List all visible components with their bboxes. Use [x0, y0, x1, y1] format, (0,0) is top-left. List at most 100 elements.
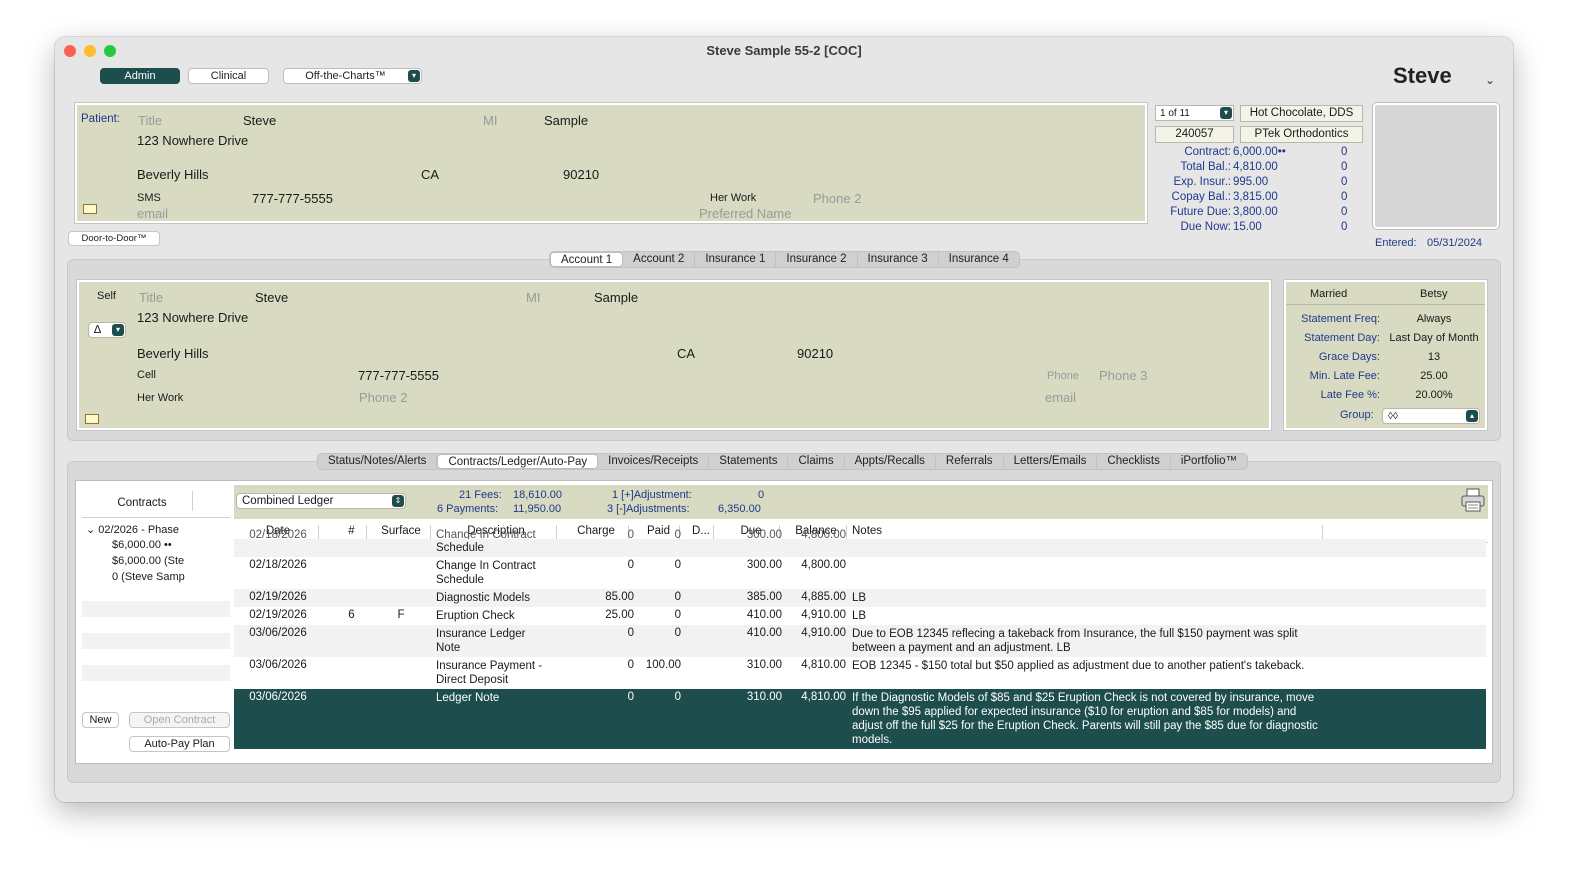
responsible-city[interactable]: Beverly Hills — [137, 346, 209, 361]
main-tab[interactable]: Invoices/Receipts — [598, 454, 710, 469]
window-title: Steve Sample 55-2 [COC] — [706, 43, 862, 58]
patient-email-field[interactable]: email — [137, 206, 168, 221]
responsible-address[interactable]: 123 Nowhere Drive — [137, 310, 248, 325]
minus-adjustment-label: 3 [-]Adjustments: — [607, 503, 690, 515]
contract-tree-root[interactable]: ⌄ 02/2026 - Phase — [86, 523, 179, 536]
account-tab[interactable]: Insurance 4 — [939, 252, 1019, 267]
responsible-first-name[interactable]: Steve — [255, 290, 288, 305]
billing-value[interactable]: Last Day of Month — [1384, 332, 1484, 344]
envelope-icon[interactable] — [83, 204, 97, 214]
admin-mode-button[interactable]: Admin — [100, 68, 180, 84]
printer-icon[interactable] — [1460, 487, 1486, 513]
table-cell-date: 03/06/2026 — [249, 627, 307, 639]
practice-field[interactable]: PTek Orthodontics — [1240, 126, 1363, 143]
account-number-field[interactable]: 240057 — [1155, 126, 1234, 143]
delta-select[interactable]: ∆ ▾ — [88, 322, 126, 338]
spouse-name[interactable]: Betsy — [1420, 288, 1448, 300]
table-cell-due: 410.00 — [746, 627, 782, 639]
contracts-header-line — [82, 517, 230, 518]
plugin-menu[interactable]: Off-the-Charts™ ▾ — [283, 68, 422, 84]
patient-state[interactable]: CA — [421, 167, 439, 182]
responsible-mi-field[interactable]: MI — [526, 290, 540, 305]
main-tab[interactable]: Contracts/Ledger/Auto-Pay — [437, 454, 599, 469]
summary-extra: 0 — [1341, 146, 1348, 158]
auto-pay-plan-button[interactable]: Auto-Pay Plan — [129, 736, 230, 752]
patient-preferred-name-field[interactable]: Preferred Name — [699, 206, 791, 221]
billing-label: Late Fee %: — [1320, 389, 1380, 401]
table-row[interactable]: 02/19/2026 Diagnostic Models 85.00 0 385.00 4… — [234, 589, 1486, 607]
responsible-phone2-field[interactable]: Phone 2 — [359, 390, 407, 405]
table-cell-balance: 4,800.00 — [801, 559, 846, 571]
ledger-view-select[interactable]: Combined Ledger ⇕ — [236, 493, 406, 509]
account-tab[interactable]: Account 1 — [550, 252, 624, 267]
clinical-mode-button[interactable]: Clinical — [188, 68, 269, 84]
main-tab[interactable]: Claims — [788, 454, 845, 469]
door-to-door-button[interactable]: Door-to-Door™ — [68, 231, 160, 246]
responsible-email-field[interactable]: email — [1045, 390, 1076, 405]
account-tab[interactable]: Account 2 — [623, 252, 696, 267]
table-cell-balance: 4,810.00 — [801, 659, 846, 671]
patient-zip[interactable]: 90210 — [563, 167, 599, 182]
table-row[interactable]: 03/06/2026 Ledger Note 0 0 310.00 4,810.00 If … — [234, 689, 1486, 749]
open-contract-button[interactable]: Open Contract — [129, 712, 230, 728]
patient-mi-field[interactable]: MI — [483, 113, 497, 128]
patient-phone2-label: Her Work — [710, 192, 757, 204]
table-row[interactable]: 03/06/2026 Insurance Ledger Note 0 0 410.00 4… — [234, 625, 1486, 657]
doctor-field[interactable]: Hot Chocolate, DDS — [1240, 105, 1363, 122]
main-tab[interactable]: Status/Notes/Alerts — [318, 454, 438, 469]
marital-status[interactable]: Married — [1310, 288, 1347, 300]
patient-phone1[interactable]: 777-777-5555 — [252, 191, 333, 206]
table-cell-date: 02/19/2026 — [249, 591, 307, 603]
table-cell-balance: 4,910.00 — [801, 627, 846, 639]
billing-value[interactable]: 20.00% — [1384, 389, 1484, 401]
account-tab[interactable]: Insurance 2 — [776, 252, 858, 267]
patient-phone2-field[interactable]: Phone 2 — [813, 191, 861, 206]
contract-item[interactable]: $6,000.00 •• — [112, 539, 228, 551]
responsible-phone3-field[interactable]: Phone 3 — [1099, 368, 1147, 383]
responsible-state[interactable]: CA — [677, 346, 695, 361]
patient-city[interactable]: Beverly Hills — [137, 167, 209, 182]
billing-value[interactable]: 13 — [1384, 351, 1484, 363]
patient-last-name[interactable]: Sample — [544, 113, 588, 128]
main-tabs: Status/Notes/Alerts Contracts/Ledger/Auto… — [317, 453, 1249, 470]
group-select[interactable]: ◊◊ ▴ — [1382, 408, 1480, 424]
table-cell-paid: 0 — [674, 591, 681, 603]
main-tab[interactable]: Letters/Emails — [1004, 454, 1098, 469]
record-nav-select[interactable]: 1 of 11 ▾ — [1155, 105, 1234, 121]
patient-address[interactable]: 123 Nowhere Drive — [137, 133, 248, 148]
patient-first-name[interactable]: Steve — [243, 113, 276, 128]
main-tab[interactable]: Appts/Recalls — [845, 454, 936, 469]
billing-value[interactable]: 25.00 — [1384, 370, 1484, 382]
table-cell-paid: 0 — [674, 609, 681, 621]
photo-box[interactable] — [1373, 103, 1499, 229]
responsible-phone1-label: Cell — [137, 369, 156, 381]
table-cell-due: 310.00 — [746, 691, 782, 703]
summary-label: Due Now: — [1180, 221, 1232, 233]
patient-title-field[interactable]: Title — [138, 113, 162, 128]
user-menu-chevron-icon[interactable]: ⌄ — [1485, 73, 1495, 87]
contract-item[interactable]: 0 (Steve Samp — [112, 571, 228, 583]
table-cell-notes: LB — [852, 610, 867, 622]
responsible-title-field[interactable]: Title — [139, 290, 163, 305]
envelope-icon[interactable] — [85, 414, 99, 424]
table-row[interactable]: Schedule — [234, 539, 1486, 557]
billing-value[interactable]: Always — [1384, 313, 1484, 325]
table-cell-charge: 85.00 — [605, 591, 634, 603]
main-tab[interactable]: Checklists — [1097, 454, 1171, 469]
account-tab[interactable]: Insurance 3 — [858, 252, 939, 267]
responsible-zip[interactable]: 90210 — [797, 346, 833, 361]
table-row[interactable]: 03/06/2026 Insurance Payment - Direct Dep… — [234, 657, 1486, 689]
main-tab[interactable]: Referrals — [936, 454, 1004, 469]
contract-item[interactable]: $6,000.00 (Ste — [112, 555, 228, 567]
main-tab[interactable]: iPortfolio™ — [1171, 454, 1247, 469]
main-tab[interactable]: Statements — [709, 454, 789, 469]
table-row[interactable]: 02/18/2026 Change In Contract Schedule 0 0 3… — [234, 557, 1486, 589]
group-select-label: ◊◊ — [1388, 411, 1398, 422]
disclosure-chevron-icon[interactable]: ⌄ — [86, 524, 95, 536]
account-tab[interactable]: Insurance 1 — [695, 252, 777, 267]
responsible-last-name[interactable]: Sample — [594, 290, 638, 305]
table-cell-desc: Schedule — [436, 542, 484, 554]
table-row[interactable]: 02/19/2026 6 F Eruption Check 25.00 0 410.00 4,… — [234, 607, 1486, 625]
responsible-phone1[interactable]: 777-777-5555 — [358, 368, 439, 383]
new-contract-button[interactable]: New — [82, 712, 119, 728]
